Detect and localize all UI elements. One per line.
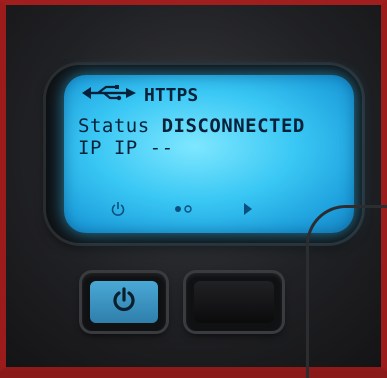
dots-icon xyxy=(170,199,196,219)
status-value: DISCONNECTED xyxy=(161,115,305,137)
ip-label: IP IP xyxy=(78,137,138,159)
status-label: Status xyxy=(78,115,150,137)
lcd-title-row: HTTPS xyxy=(82,85,198,106)
softkey-bar xyxy=(64,199,354,219)
power-icon xyxy=(108,199,128,219)
device-photo: HTTPS Status DISCONNECTED IP IP -- xyxy=(0,0,387,378)
panel-contour xyxy=(306,205,387,378)
power-icon xyxy=(112,287,136,317)
usb-icon xyxy=(82,85,138,106)
power-button-face xyxy=(90,281,158,323)
status-row: Status DISCONNECTED xyxy=(78,115,305,137)
ip-row: IP IP -- xyxy=(78,137,174,159)
power-button[interactable] xyxy=(82,273,166,331)
arrow-right-icon xyxy=(240,199,256,219)
function-button-face xyxy=(194,281,274,323)
ip-value: -- xyxy=(149,137,174,159)
function-button[interactable] xyxy=(186,273,282,331)
lcd-screen: HTTPS Status DISCONNECTED IP IP -- xyxy=(64,75,354,233)
lcd-title: HTTPS xyxy=(144,85,199,106)
